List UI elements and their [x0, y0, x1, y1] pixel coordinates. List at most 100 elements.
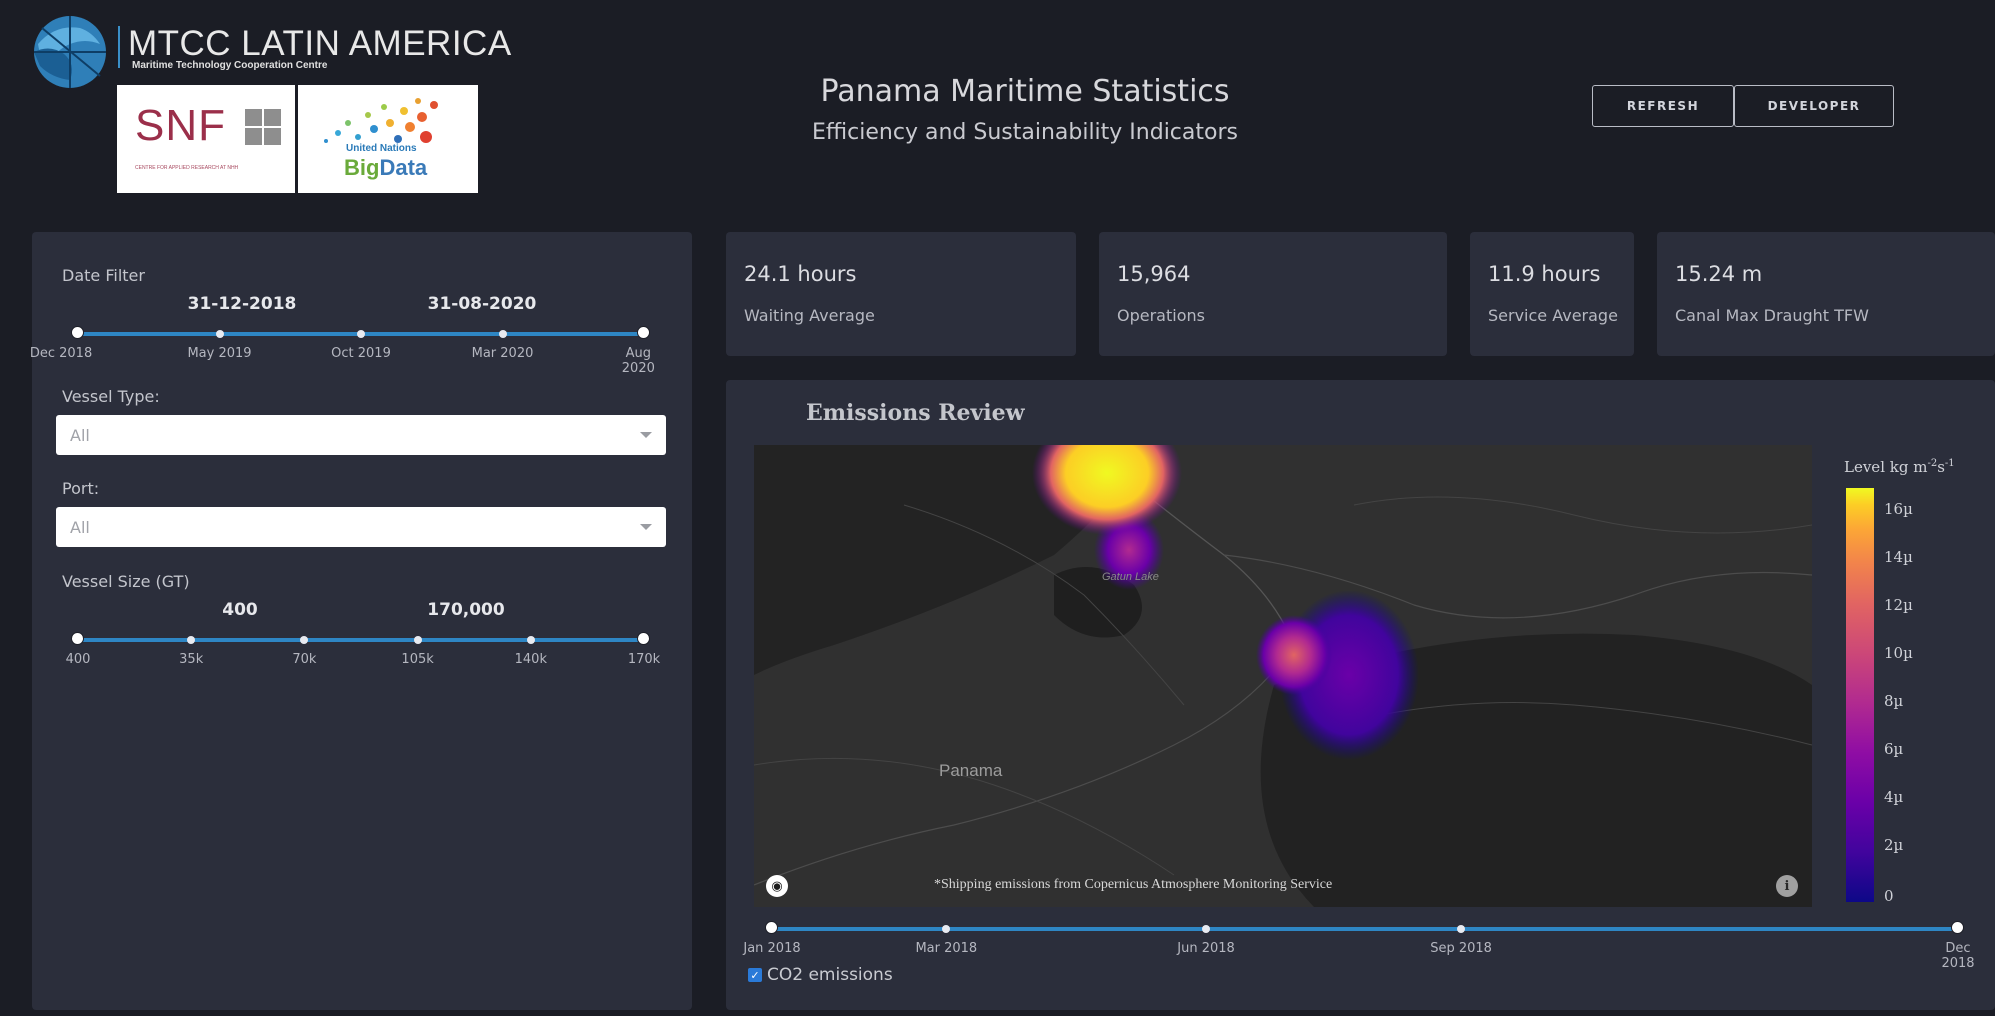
vessel-size-slider[interactable]: 400 35k 70k 105k 140k 170k: [66, 632, 660, 667]
date-start-value: 31-12-2018: [187, 294, 297, 314]
kpi-label: Waiting Average: [744, 306, 875, 325]
page-subtitle: Efficiency and Sustainability Indicators: [812, 120, 1238, 145]
bigdata-dots-icon: [324, 98, 438, 143]
time-mark: Jan 2018: [743, 941, 801, 956]
developer-button[interactable]: DEVELOPER: [1734, 85, 1894, 127]
legend-title: Level kg m-2s-1: [1844, 458, 1955, 476]
kpi-card-service: 11.9 hours Service Average: [1470, 232, 1634, 356]
date-mark: Dec 2018: [29, 346, 93, 361]
vessel-type-value: All: [70, 425, 90, 445]
logo-divider: [118, 26, 120, 68]
legend-tick: 8µ: [1884, 692, 1904, 710]
kpi-value: 15.24 m: [1675, 262, 1763, 286]
kpi-value: 24.1 hours: [744, 262, 857, 286]
vessel-size-end-value: 170,000: [427, 600, 505, 620]
legend-tick: 12µ: [1884, 596, 1913, 614]
port-select[interactable]: All: [56, 507, 666, 547]
snf-logo-subtitle: CENTRE FOR APPLIED RESEARCH AT NHH: [135, 165, 239, 171]
un-logo-text: United Nations: [346, 143, 417, 154]
refresh-button[interactable]: REFRESH: [1592, 85, 1734, 127]
kpi-value: 15,964: [1117, 262, 1191, 286]
map-base-layer: [754, 445, 1812, 907]
size-mark: 105k: [401, 652, 434, 667]
size-mark: 35k: [179, 652, 204, 667]
size-end-handle[interactable]: [637, 632, 650, 645]
kpi-label: Service Average: [1488, 306, 1618, 325]
bigdata-logo-data: Data: [379, 155, 428, 180]
time-mark: Sep 2018: [1430, 941, 1492, 956]
chevron-down-icon: [640, 432, 652, 438]
port-label: Port:: [62, 479, 100, 498]
co2-checkbox[interactable]: ✓: [748, 968, 762, 982]
size-slider-tick: [526, 636, 535, 644]
mtcc-globe-logo: [30, 14, 110, 90]
time-slider[interactable]: Jan 2018 Mar 2018 Jun 2018 Sep 2018 Dec …: [743, 921, 1975, 971]
emissions-map[interactable]: Gatun Lake Panama *Shipping emissions fr…: [754, 445, 1812, 907]
kpi-label: Canal Max Draught TFW: [1675, 306, 1869, 325]
date-start-handle[interactable]: [71, 326, 84, 339]
date-slider-tick: [498, 330, 507, 338]
size-start-handle[interactable]: [71, 632, 84, 645]
kpi-card-waiting: 24.1 hours Waiting Average: [726, 232, 1076, 356]
co2-toggle[interactable]: ✓ CO2 emissions: [748, 965, 893, 985]
vessel-type-select[interactable]: All: [56, 415, 666, 455]
legend-tick: 2µ: [1884, 836, 1904, 854]
info-icon[interactable]: i: [1776, 875, 1798, 897]
bigdata-logo-big: Big: [344, 155, 380, 180]
size-mark: 140k: [514, 652, 547, 667]
date-slider-tick: [215, 330, 224, 338]
date-end-value: 31-08-2020: [427, 294, 537, 314]
un-bigdata-partner-logo: United Nations BigData: [298, 85, 478, 193]
vessel-size-start-value: 400: [222, 600, 258, 620]
bigdata-logo-text: BigData: [344, 155, 427, 181]
emissions-panel: Emissions Review Gatun Lake Panama *Ship…: [726, 380, 1995, 1010]
kpi-value: 11.9 hours: [1488, 262, 1601, 286]
legend-tick: 16µ: [1884, 500, 1913, 518]
mapbox-logo-icon[interactable]: ◉: [766, 875, 788, 897]
legend-tick: 0: [1884, 887, 1894, 905]
vessel-type-label: Vessel Type:: [62, 387, 160, 406]
snf-emblem-icon: [245, 109, 281, 145]
time-slider-tick: [1202, 925, 1211, 933]
size-slider-tick: [300, 636, 309, 644]
port-value: All: [70, 517, 90, 537]
legend-title-exp2: -1: [1944, 458, 1955, 469]
page-title: Panama Maritime Statistics: [820, 74, 1230, 109]
legend-title-text: Level kg m: [1844, 458, 1928, 476]
legend-tick: 10µ: [1884, 644, 1913, 662]
time-slider-tick: [942, 925, 951, 933]
time-mark: Jun 2018: [1177, 941, 1235, 956]
date-slider-tick: [357, 330, 365, 338]
time-start-handle[interactable]: [765, 921, 778, 934]
size-slider-tick: [187, 636, 196, 644]
org-subtitle: Maritime Technology Cooperation Centre: [132, 60, 328, 71]
emissions-title: Emissions Review: [806, 400, 1025, 426]
kpi-card-operations: 15,964 Operations: [1099, 232, 1447, 356]
snf-partner-logo: SNF CENTRE FOR APPLIED RESEARCH AT NHH: [117, 85, 295, 193]
date-filter-label: Date Filter: [62, 266, 145, 285]
legend-colorbar: [1846, 488, 1874, 902]
time-mark: Mar 2018: [915, 941, 978, 956]
map-label-country: Panama: [939, 761, 1003, 780]
size-slider-tick: [413, 636, 422, 644]
date-end-handle[interactable]: [637, 326, 650, 339]
map-label-lake: Gatun Lake: [1102, 571, 1159, 583]
org-name: MTCC LATIN AMERICA: [128, 24, 512, 63]
date-mark: Mar 2020: [471, 346, 534, 361]
co2-label: CO2 emissions: [767, 965, 893, 985]
vessel-size-label: Vessel Size (GT): [62, 572, 190, 591]
date-range-slider[interactable]: Dec 2018 May 2019 Oct 2019 Mar 2020 Aug …: [30, 326, 655, 376]
legend-title-unit: s: [1937, 458, 1945, 476]
legend-title-exp1: -2: [1927, 458, 1938, 469]
kpi-label: Operations: [1117, 306, 1205, 325]
chevron-down-icon: [640, 524, 652, 530]
time-end-handle[interactable]: [1951, 921, 1964, 934]
date-mark: May 2019: [187, 346, 252, 361]
size-mark: 70k: [292, 652, 317, 667]
time-slider-tick: [1457, 925, 1466, 933]
filter-panel: Date Filter 31-12-2018 31-08-2020 Dec 20…: [30, 232, 692, 1010]
legend-tick: 6µ: [1884, 740, 1904, 758]
map-credit-text: *Shipping emissions from Copernicus Atmo…: [934, 877, 1333, 892]
legend-tick: 4µ: [1884, 788, 1904, 806]
time-mark: Dec 2018: [1941, 941, 1975, 971]
